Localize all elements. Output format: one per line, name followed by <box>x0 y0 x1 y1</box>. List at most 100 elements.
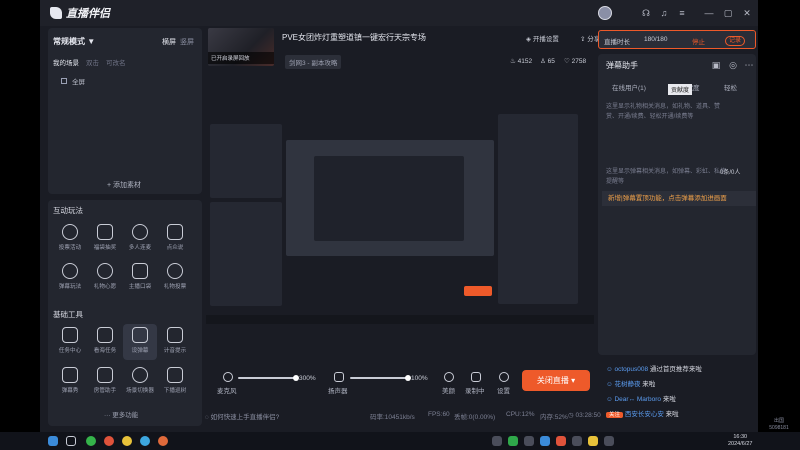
tool-music-hint[interactable]: 计音提示 <box>158 324 192 360</box>
record-icon[interactable] <box>471 372 481 382</box>
danmu-icon <box>132 327 148 343</box>
screen-icon <box>61 78 67 84</box>
live-settings-button[interactable]: ◈ 开播设置 <box>526 33 559 43</box>
maximize-icon[interactable]: ▢ <box>723 8 733 18</box>
search-icon[interactable] <box>66 436 76 446</box>
bell-icon[interactable]: ♫ <box>659 8 669 18</box>
record-button[interactable]: 记录 <box>725 36 746 46</box>
status-fps: FPS:60 <box>428 411 450 418</box>
user-icon: ♙ <box>540 58 548 65</box>
ad-icon <box>97 327 113 343</box>
more-icon[interactable]: ⋯ <box>744 60 754 70</box>
tool-room-admin[interactable]: 房管助手 <box>88 364 122 400</box>
status-bitrate: 码率:10451kb/s <box>370 414 415 421</box>
tool-vote[interactable]: 投票活动 <box>53 221 87 257</box>
speaker-volume-value: 100% <box>411 375 428 382</box>
tool-multi-mic[interactable]: 多人连麦 <box>123 221 157 257</box>
tray-icon[interactable] <box>540 436 550 446</box>
tool-scene-switch[interactable]: 场景切换器 <box>123 364 157 400</box>
pin-danmu-banner[interactable]: 新增|弹幕置顶功能，点击弹幕添加进画面 <box>602 191 756 206</box>
app-icon-green[interactable] <box>86 436 96 446</box>
gear-icon[interactable] <box>499 372 509 382</box>
tray-icon[interactable] <box>604 436 614 446</box>
microphone-icon[interactable] <box>223 372 233 382</box>
inbox-icon <box>62 327 78 343</box>
source-item[interactable]: 全屏 <box>61 76 85 86</box>
scene-tab-rename[interactable]: 可改名 <box>106 57 126 67</box>
headset-icon[interactable]: ☊ <box>641 8 651 18</box>
tool-task-center[interactable]: 任务中心 <box>53 324 87 360</box>
speaker-volume-slider[interactable] <box>350 377 408 379</box>
chat-message[interactable]: ☺ 花树静夜 来啦 <box>606 378 655 388</box>
gift-icon <box>97 263 113 279</box>
tab-online-users[interactable]: 在线用户(1) <box>612 82 646 92</box>
tray-icon[interactable] <box>556 436 566 446</box>
offline-icon <box>167 367 183 383</box>
minimize-icon[interactable]: — <box>704 8 714 18</box>
menu-icon[interactable]: ≡ <box>677 8 687 18</box>
tab-portrait[interactable]: 竖屏 <box>180 37 194 47</box>
add-source-button[interactable]: + 添加素材 <box>107 180 141 190</box>
download-icon <box>62 263 78 279</box>
pocket-icon <box>132 263 148 279</box>
tool-pocket[interactable]: 主播口袋 <box>123 260 157 296</box>
scene-tab-double[interactable]: 双击 <box>86 57 99 67</box>
chat-message[interactable]: ☺ octopus008 通过首页推荐来啦 <box>606 363 702 373</box>
tray-icon[interactable] <box>508 436 518 446</box>
tool-offline[interactable]: 下播巡树 <box>158 364 192 400</box>
beauty-icon[interactable] <box>444 372 454 382</box>
status-duration: ◷ 03:28:50 <box>568 412 601 419</box>
avatar[interactable] <box>598 6 612 20</box>
speaker-icon[interactable] <box>334 372 344 382</box>
speaker-label: 扬声器 <box>328 388 348 395</box>
tray-icon[interactable] <box>588 436 598 446</box>
tool-gift-vote[interactable]: 礼物投票 <box>158 260 192 296</box>
mic-volume-slider[interactable] <box>238 377 296 379</box>
tab-landscape[interactable]: 横屏 <box>162 37 176 47</box>
tool-danmu-show[interactable]: 弹幕秀 <box>53 364 87 400</box>
app-icon-orange[interactable] <box>158 436 168 446</box>
filter-icon[interactable]: ◎ <box>728 60 738 70</box>
scene-tab-mine[interactable]: 我的场景 <box>53 57 79 67</box>
fans-count: ♡ 2758 <box>564 58 587 65</box>
tool-danmu-setting[interactable]: 设弹幕 <box>123 324 157 360</box>
stop-timer-button[interactable]: 停止 <box>692 36 705 46</box>
source-label: 全屏 <box>72 79 85 86</box>
hand-icon <box>167 224 183 240</box>
stop-live-button[interactable]: 关闭直播 ▾ <box>522 370 590 391</box>
danmu-settings-icon[interactable]: ▣ <box>711 60 721 70</box>
tool-danmu-game[interactable]: 弹幕玩法 <box>53 260 87 296</box>
tray-icon[interactable] <box>572 436 582 446</box>
tray-icon[interactable] <box>492 436 502 446</box>
duration-value: 180/180 <box>644 36 668 43</box>
status-drop: 丢帧:0(0.00%) <box>454 414 496 421</box>
more-features-button[interactable]: ··· 更多功能 <box>104 409 138 419</box>
help-link[interactable]: ◌ 如何快速上手直播伴侣? <box>205 411 279 421</box>
tooltip: 贡献度 <box>668 84 693 95</box>
tab-easy[interactable]: 轻松 <box>724 82 737 92</box>
stream-category[interactable]: 剑网3 - 副本攻略 <box>285 55 342 69</box>
music-icon <box>167 327 183 343</box>
preview-block <box>498 114 578 304</box>
windows-start-icon[interactable] <box>48 436 58 446</box>
follow-badge: 关注 <box>606 412 624 418</box>
stream-preview[interactable] <box>206 106 594 324</box>
tray-icon[interactable] <box>524 436 534 446</box>
preview-block <box>210 202 282 306</box>
tool-gift-wish[interactable]: 礼物心愿 <box>88 260 122 296</box>
stream-title[interactable]: PVE女团炸灯重塑道镇一键宏行天宗专场 <box>282 32 426 43</box>
taskbar-clock[interactable]: 16:30 2024/6/27 <box>728 434 752 448</box>
tool-ad-task[interactable]: 看海任务 <box>88 324 122 360</box>
chat-message[interactable]: ☺ Dear↔ Marboro 来啦 <box>606 393 676 403</box>
fire-icon: ♨ <box>510 58 518 65</box>
close-icon[interactable]: ✕ <box>742 8 752 18</box>
mode-select[interactable]: 常规模式 ▼ <box>53 36 95 47</box>
app-icon-blue[interactable] <box>140 436 150 446</box>
tool-lucky-bag[interactable]: 福袋抽奖 <box>88 221 122 257</box>
replay-label: 已开启录屏回放 <box>208 52 274 64</box>
app-icon-yellow[interactable] <box>122 436 132 446</box>
tool-point[interactable]: 点众说 <box>158 221 192 257</box>
app-icon-red[interactable] <box>104 436 114 446</box>
chat-message[interactable]: 关注 西安长安心安 来啦 <box>606 408 679 418</box>
app-title: 直播伴侣 <box>66 8 110 20</box>
